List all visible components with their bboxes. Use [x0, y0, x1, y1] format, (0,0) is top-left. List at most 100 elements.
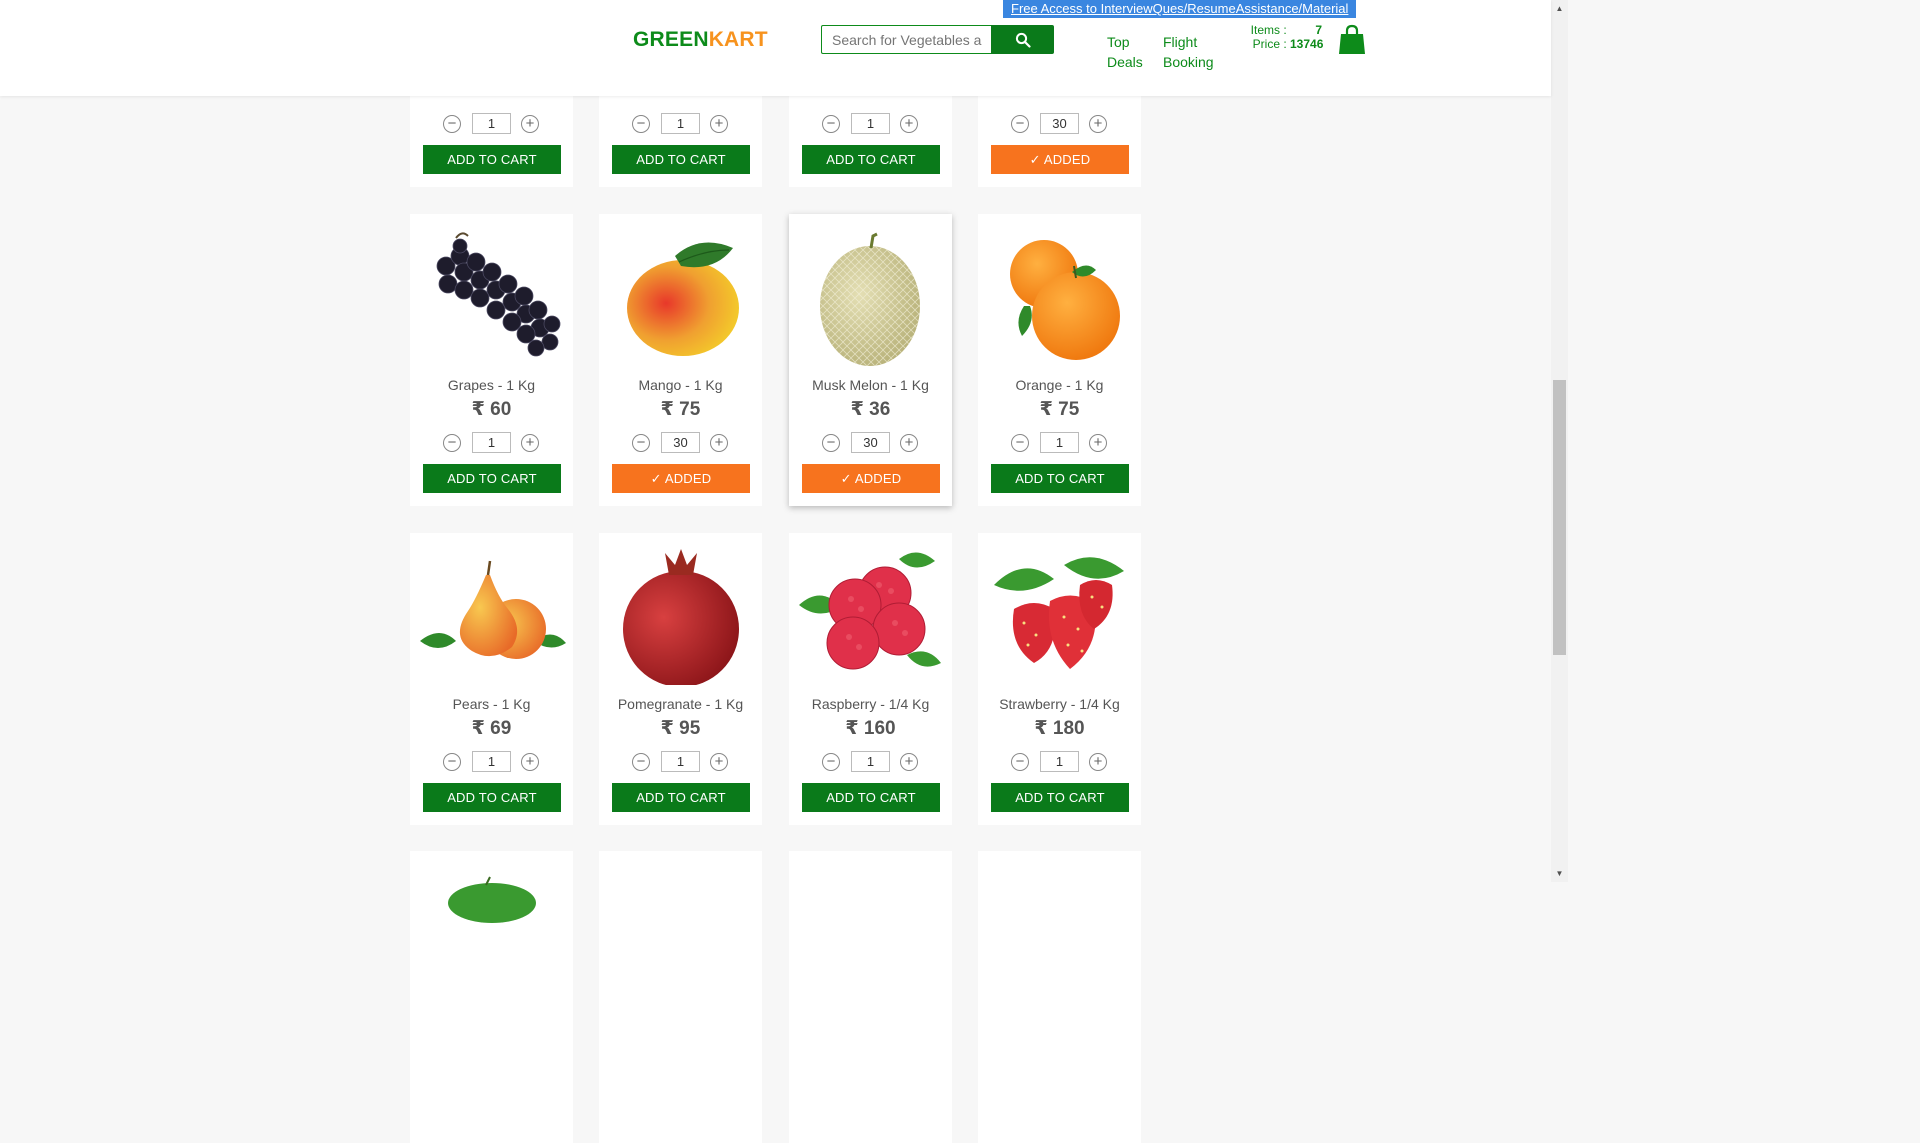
- pears-image: [420, 560, 566, 659]
- add-to-cart-button[interactable]: ADD TO CART: [612, 145, 750, 174]
- cart-price-row: Price : 13746: [1238, 37, 1324, 51]
- quantity-input[interactable]: [661, 113, 700, 134]
- musk-melon-image: [820, 232, 920, 366]
- cart-price-label: Price: [1252, 37, 1280, 51]
- product-card: [978, 851, 1141, 1143]
- added-button[interactable]: ✓ ADDED: [612, 464, 750, 493]
- decrement-button[interactable]: −: [822, 115, 840, 133]
- quantity-input[interactable]: [1040, 113, 1079, 134]
- increment-button[interactable]: +: [900, 753, 918, 771]
- cart-price-value: 13746: [1290, 37, 1324, 51]
- decrement-button[interactable]: −: [443, 434, 461, 452]
- decrement-button[interactable]: −: [443, 753, 461, 771]
- product-price: ₹ 60: [471, 399, 512, 420]
- shopping-bag-icon[interactable]: [1339, 24, 1365, 54]
- increment-button[interactable]: +: [521, 115, 539, 133]
- increment-button[interactable]: +: [900, 434, 918, 452]
- scrollbar-thumb[interactable]: [1553, 380, 1566, 655]
- cart-items-separator: :: [1283, 23, 1287, 37]
- decrement-button[interactable]: −: [822, 434, 840, 452]
- product-card-pears: Pears - 1 Kg ₹ 69 − + ADD TO CART: [410, 533, 573, 825]
- scroll-up-arrow-icon[interactable]: ▲: [1551, 0, 1568, 17]
- promo-link[interactable]: Free Access to InterviewQues/ResumeAssis…: [1003, 0, 1357, 18]
- quantity-input[interactable]: [472, 432, 511, 453]
- quantity-stepper: − +: [978, 113, 1141, 135]
- cart-items-row: Items : 7: [1238, 23, 1322, 37]
- add-to-cart-button[interactable]: ADD TO CART: [991, 783, 1129, 812]
- strawberry-image: [994, 557, 1124, 669]
- add-to-cart-button[interactable]: ADD TO CART: [612, 783, 750, 812]
- decrement-button[interactable]: −: [443, 115, 461, 133]
- quantity-stepper: − +: [410, 113, 573, 135]
- quantity-input[interactable]: [472, 751, 511, 772]
- quantity-input[interactable]: [1040, 751, 1079, 772]
- product-name: Orange - 1 Kg: [1015, 377, 1104, 393]
- decrement-button[interactable]: −: [1011, 434, 1029, 452]
- vertical-scrollbar[interactable]: ▲ ▼: [1551, 0, 1568, 882]
- product-name: Raspberry - 1/4 Kg: [811, 696, 930, 712]
- product-card-grapes: Grapes - 1 Kg ₹ 60 − + ADD TO CART: [410, 214, 573, 506]
- nav-flight-booking-line1: Flight: [1163, 34, 1198, 50]
- product-price: ₹ 160: [845, 718, 896, 739]
- brand-logo[interactable]: GREENKART: [633, 28, 768, 52]
- pomegranate-image: [623, 549, 739, 685]
- increment-button[interactable]: +: [710, 115, 728, 133]
- nav-top-deals-line1: Top: [1107, 34, 1130, 50]
- decrement-button[interactable]: −: [822, 753, 840, 771]
- nav-top-deals-link[interactable]: Top Deals: [1107, 32, 1143, 72]
- add-to-cart-button[interactable]: ADD TO CART: [802, 145, 940, 174]
- add-to-cart-button[interactable]: ADD TO CART: [991, 464, 1129, 493]
- quantity-input[interactable]: [851, 113, 890, 134]
- scroll-down-arrow-icon[interactable]: ▼: [1551, 865, 1568, 882]
- site-header: Free Access to InterviewQues/ResumeAssis…: [0, 0, 1551, 96]
- quantity-stepper: − +: [410, 432, 573, 454]
- quantity-input[interactable]: [661, 751, 700, 772]
- increment-button[interactable]: +: [521, 753, 539, 771]
- add-to-cart-button[interactable]: ADD TO CART: [423, 145, 561, 174]
- increment-button[interactable]: +: [1089, 434, 1107, 452]
- decrement-button[interactable]: −: [1011, 115, 1029, 133]
- increment-button[interactable]: +: [521, 434, 539, 452]
- added-button[interactable]: ✓ ADDED: [991, 145, 1129, 174]
- brand-logo-orange: KART: [708, 28, 768, 51]
- quantity-input[interactable]: [851, 432, 890, 453]
- quantity-input[interactable]: [472, 113, 511, 134]
- added-button[interactable]: ✓ ADDED: [802, 464, 940, 493]
- cart-summary: Items : 7 Price : 13746: [1238, 23, 1324, 51]
- quantity-input[interactable]: [851, 751, 890, 772]
- quantity-stepper: − +: [599, 751, 762, 773]
- nav-flight-booking-line2: Booking: [1163, 54, 1214, 70]
- product-name: Mango - 1 Kg: [638, 377, 723, 393]
- decrement-button[interactable]: −: [632, 434, 650, 452]
- search-input[interactable]: [821, 25, 992, 54]
- product-card: [599, 851, 762, 1143]
- quantity-input[interactable]: [661, 432, 700, 453]
- add-to-cart-button[interactable]: ADD TO CART: [802, 783, 940, 812]
- grapes-image: [436, 232, 561, 357]
- search-button[interactable]: [991, 25, 1054, 54]
- cart-price-separator: :: [1283, 37, 1287, 51]
- quantity-input[interactable]: [1040, 432, 1079, 453]
- cart-items-count: 7: [1315, 23, 1322, 37]
- increment-button[interactable]: +: [1089, 753, 1107, 771]
- increment-button[interactable]: +: [710, 434, 728, 452]
- product-card-raspberry: Raspberry - 1/4 Kg ₹ 160 − + ADD TO CART: [789, 533, 952, 825]
- decrement-button[interactable]: −: [632, 115, 650, 133]
- quantity-stepper: − +: [978, 432, 1141, 454]
- product-card-pomegranate: Pomegranate - 1 Kg ₹ 95 − + ADD TO CART: [599, 533, 762, 825]
- quantity-stepper: − +: [789, 113, 952, 135]
- product-card-strawberry: Strawberry - 1/4 Kg ₹ 180 − + ADD TO CAR…: [978, 533, 1141, 825]
- increment-button[interactable]: +: [900, 115, 918, 133]
- quantity-stepper: − +: [599, 113, 762, 135]
- product-name: Strawberry - 1/4 Kg: [999, 696, 1120, 712]
- increment-button[interactable]: +: [710, 753, 728, 771]
- nav-flight-booking-link[interactable]: Flight Booking: [1163, 32, 1214, 72]
- mango-image: [627, 242, 739, 356]
- increment-button[interactable]: +: [1089, 115, 1107, 133]
- product-card: [789, 851, 952, 1143]
- add-to-cart-button[interactable]: ADD TO CART: [423, 783, 561, 812]
- product-price: ₹ 69: [471, 718, 512, 739]
- add-to-cart-button[interactable]: ADD TO CART: [423, 464, 561, 493]
- decrement-button[interactable]: −: [1011, 753, 1029, 771]
- decrement-button[interactable]: −: [632, 753, 650, 771]
